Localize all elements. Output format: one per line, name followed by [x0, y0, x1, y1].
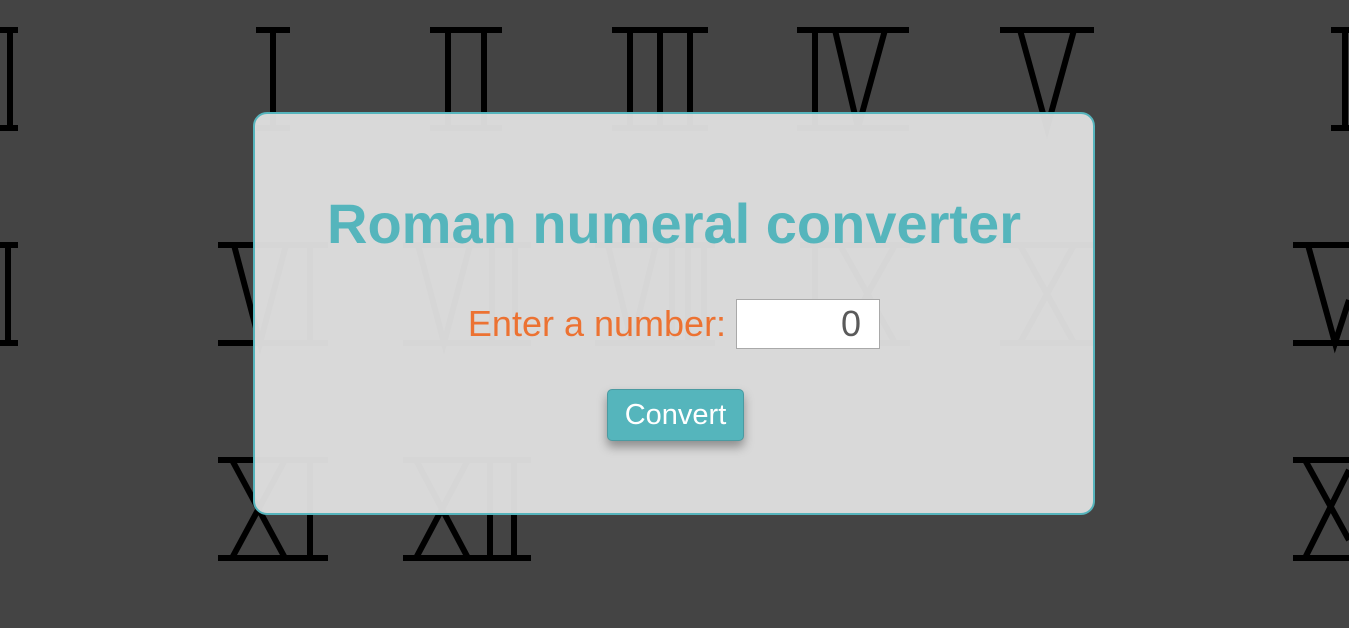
numeral-edge-right-2 [1293, 242, 1349, 354]
numeral-edge-right-1 [1331, 27, 1349, 131]
number-input-label: Enter a number: [467, 303, 727, 344]
page-title: Roman numeral converter [327, 192, 1021, 255]
converter-card: Roman numeral converter Enter a number: … [253, 112, 1095, 515]
convert-button[interactable]: Convert [607, 389, 744, 441]
number-input-row: Enter a number: [255, 298, 1093, 350]
number-input[interactable] [736, 299, 881, 349]
numeral-edge-right-3 [1293, 457, 1349, 561]
